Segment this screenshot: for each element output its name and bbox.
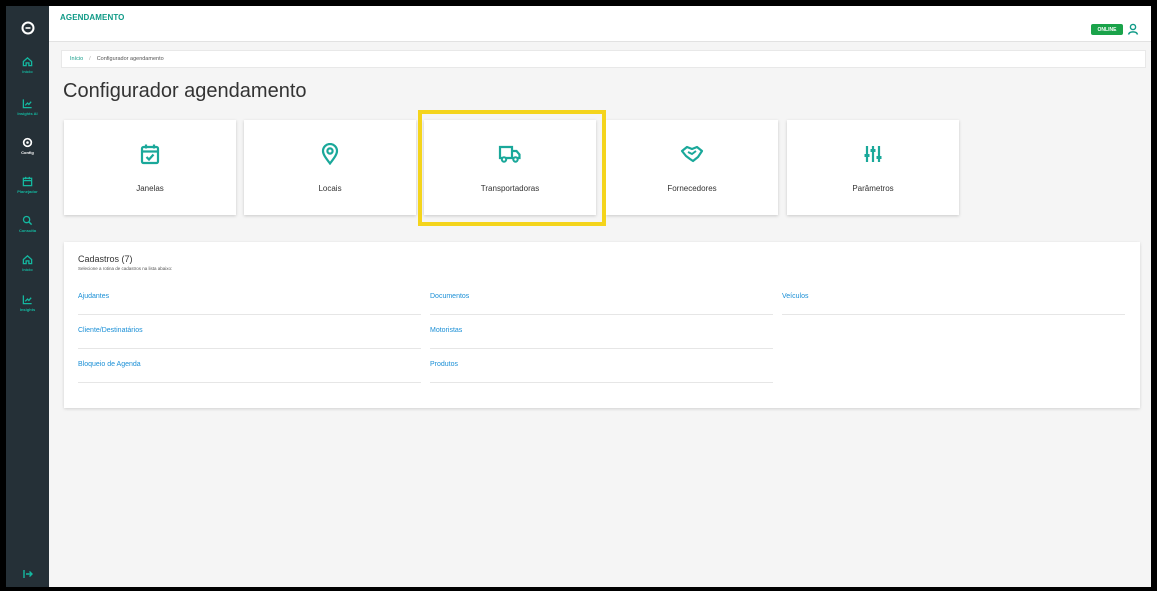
sidebar-item-label: Config [21, 150, 34, 155]
breadcrumb-current: Configurador agendamento [96, 56, 164, 62]
home-icon [22, 254, 33, 265]
app-title: AGENDAMENTO [60, 13, 125, 22]
card-janelas[interactable]: Janelas [64, 120, 236, 215]
sidebar-item-label: Início [22, 267, 33, 272]
card-fornecedores[interactable]: Fornecedores [606, 120, 778, 215]
link-documentos[interactable]: Documentos [430, 293, 773, 315]
card-parametros[interactable]: Parâmetros [787, 120, 959, 215]
calendar-check-icon [140, 142, 160, 166]
home-icon [22, 56, 33, 67]
sidebar-item-insights-ai[interactable]: Insights AI [6, 98, 49, 128]
expand-sidebar-button[interactable] [6, 569, 49, 579]
handshake-icon [680, 142, 704, 166]
expand-icon [22, 570, 33, 578]
sidebar-item-label: Insights AI [17, 111, 38, 116]
sidebar-item-label: Insights [19, 307, 36, 312]
chart-icon [22, 99, 32, 109]
map-pin-icon [321, 142, 339, 166]
breadcrumb-home-link[interactable]: Início [70, 56, 83, 62]
panel-title: Cadastros (7) [78, 254, 133, 264]
app-logo-icon[interactable] [6, 16, 49, 40]
sliders-icon [863, 142, 883, 166]
card-label: Janelas [136, 184, 164, 193]
breadcrumb-separator: / [89, 56, 91, 62]
link-produtos[interactable]: Produtos [430, 361, 773, 383]
highlight-box [418, 110, 606, 226]
page-title: Configurador agendamento [63, 80, 307, 102]
user-icon[interactable] [1127, 22, 1139, 40]
sidebar-item-planejador[interactable]: Planejador [6, 176, 49, 206]
gear-icon [22, 137, 33, 148]
link-bloqueio-de-agenda[interactable]: Bloqueio de Agenda [78, 361, 421, 383]
link-cliente-destinatarios[interactable]: Cliente/Destinatários [78, 327, 421, 349]
panel-subtitle: Selecione a rotina de cadastros na lista… [78, 266, 173, 271]
calendar-icon [22, 176, 33, 187]
sidebar-item-insights[interactable]: Insights [6, 294, 49, 324]
card-label: Parâmetros [852, 184, 894, 193]
sidebar-item-label: Consulta [18, 228, 37, 233]
sidebar-item-config[interactable]: Config [6, 137, 49, 167]
chart-icon [22, 295, 32, 305]
cadastros-panel: Cadastros (7) Selecione a rotina de cada… [64, 242, 1140, 408]
card-label: Locais [318, 184, 342, 193]
link-motoristas[interactable]: Motoristas [430, 327, 773, 349]
breadcrumb: Início / Configurador agendamento [61, 50, 1146, 68]
card-locais[interactable]: Locais [244, 120, 416, 215]
status-badge: ONLINE [1091, 24, 1123, 35]
card-label: Fornecedores [667, 184, 717, 193]
link-ajudantes[interactable]: Ajudantes [78, 293, 421, 315]
search-icon [22, 215, 33, 226]
sidebar-item-label: Início [22, 69, 33, 74]
sidebar-item-label: Planejador [17, 189, 38, 194]
link-veiculos[interactable]: Veículos [782, 293, 1125, 315]
sidebar-item-inicio[interactable]: Início [6, 56, 49, 86]
sidebar: Início Insights AI Config Planejador Con… [6, 6, 49, 587]
top-bar: AGENDAMENTO ONLINE [49, 6, 1151, 42]
sidebar-item-consulta[interactable]: Consulta [6, 215, 49, 245]
app-frame: Início Insights AI Config Planejador Con… [6, 6, 1151, 587]
sidebar-item-inicio-2[interactable]: Início [6, 254, 49, 284]
